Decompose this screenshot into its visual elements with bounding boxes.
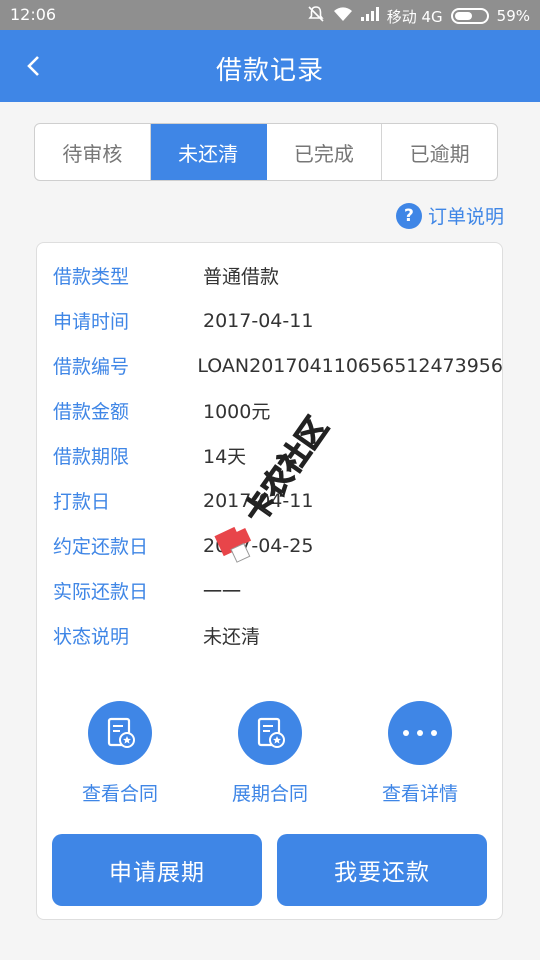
loan-card: 借款类型 普通借款 申请时间 2017-04-11 借款编号 LOAN20170411… [36, 242, 503, 920]
detail-label: 借款编号 [53, 356, 130, 378]
battery-percent: 59% [496, 7, 530, 25]
more-icon [388, 701, 452, 765]
detail-label: 申请时间 [53, 311, 130, 333]
loan-details: 借款类型 普通借款 申请时间 2017-04-11 借款编号 LOAN20170411… [53, 253, 503, 658]
order-explain-label: 订单说明 [427, 206, 504, 228]
detail-row: 借款期限 14天 [53, 433, 502, 478]
tab-overdue[interactable]: 已逾期 [382, 124, 497, 180]
detail-value: 一一 [203, 581, 242, 603]
wifi-icon [333, 6, 353, 26]
detail-row: 借款金额 1000元 [53, 388, 502, 433]
mute-icon [307, 5, 325, 27]
card-actions: 查看合同 展期合同 查看详情 [37, 701, 502, 811]
page-title: 借款记录 [215, 56, 324, 86]
detail-row: 约定还款日 2017-04-25 [53, 523, 502, 568]
repay-button[interactable]: 我要还款 [277, 834, 487, 906]
detail-label: 打款日 [53, 491, 111, 513]
tab-completed[interactable]: 已完成 [267, 124, 383, 180]
battery-icon [450, 8, 489, 24]
apply-extension-button[interactable]: 申请展期 [52, 834, 262, 906]
action-label: 查看合同 [81, 783, 158, 805]
action-label: 展期合同 [231, 783, 308, 805]
detail-label: 借款期限 [53, 446, 130, 468]
tab-unpaid[interactable]: 未还清 [150, 124, 267, 180]
status-icons: 移动 4G 59% [307, 5, 530, 27]
detail-row: 借款编号 LOAN201704110656512473956 [53, 343, 503, 388]
order-explain-link[interactable]: ? 订单说明 [395, 202, 504, 229]
detail-label: 借款类型 [53, 266, 130, 288]
question-icon: ? [395, 202, 422, 229]
detail-value: LOAN201704110656512473956 [197, 354, 503, 377]
status-bar: 12:06 移动 4G 59% [0, 0, 540, 30]
detail-value: 未还清 [203, 626, 261, 648]
status-time: 12:06 [10, 5, 57, 24]
status-tabs: 待审核 未还清 已完成 已逾期 [34, 123, 498, 181]
detail-value: 2017-04-25 [203, 534, 314, 557]
extension-contract-button[interactable]: 展期合同 [200, 701, 340, 806]
action-label: 查看详情 [381, 783, 458, 805]
detail-value: 2017-04-11 [203, 309, 314, 332]
detail-value: 14天 [203, 446, 247, 468]
view-details-button[interactable]: 查看详情 [350, 701, 490, 806]
detail-row: 申请时间 2017-04-11 [53, 298, 502, 343]
detail-row: 实际还款日 一一 [53, 568, 502, 613]
detail-label: 约定还款日 [53, 536, 149, 558]
contract-icon [88, 701, 152, 765]
detail-label: 借款金额 [53, 401, 130, 423]
header: 借款记录 [0, 30, 540, 102]
detail-value: 普通借款 [203, 266, 280, 288]
detail-label: 实际还款日 [53, 581, 149, 603]
detail-row: 状态说明 未还清 [53, 613, 502, 658]
battery-fill [454, 12, 473, 20]
contract-icon [238, 701, 302, 765]
signal-icon [360, 7, 379, 25]
view-contract-button[interactable]: 查看合同 [50, 701, 190, 806]
detail-value: 1000元 [203, 401, 271, 423]
tab-pending-review[interactable]: 待审核 [35, 124, 151, 180]
detail-row: 打款日 2017-04-11 [53, 478, 502, 523]
detail-label: 状态说明 [53, 626, 130, 648]
detail-row: 借款类型 普通借款 [53, 253, 502, 298]
carrier-label: 移动 4G [386, 7, 443, 26]
detail-value: 2017-04-11 [203, 489, 314, 512]
